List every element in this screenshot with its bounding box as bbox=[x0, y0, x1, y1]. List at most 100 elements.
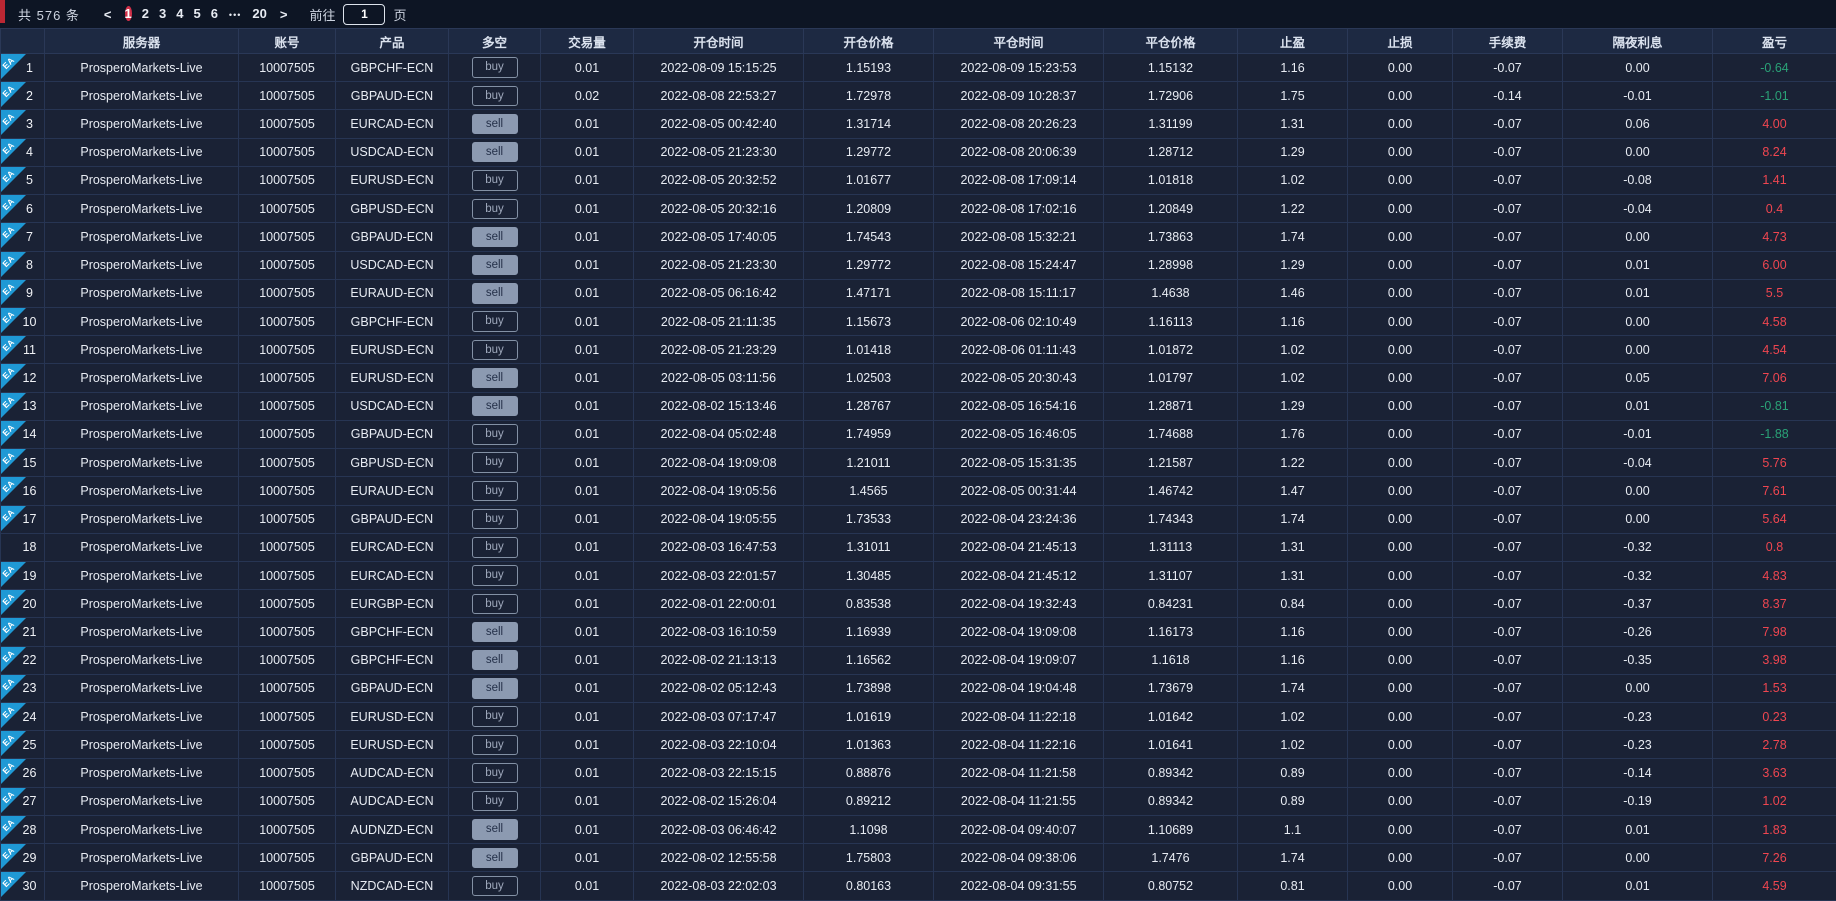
more-pages-icon[interactable]: ••• bbox=[229, 10, 241, 20]
direction-badge[interactable]: buy bbox=[471, 57, 518, 78]
close-time-cell: 2022-08-04 11:22:16 bbox=[933, 730, 1104, 760]
profit-cell: 7.06 bbox=[1712, 363, 1836, 393]
prev-page-icon[interactable]: < bbox=[104, 7, 112, 22]
direction-badge[interactable]: buy bbox=[471, 198, 518, 219]
table-row[interactable]: EA 17 ProsperoMarkets-Live 10007505 GBPA… bbox=[0, 504, 1836, 534]
server-cell: ProsperoMarkets-Live bbox=[44, 617, 239, 647]
goto-page-input[interactable] bbox=[343, 3, 386, 25]
swap-cell: -0.08 bbox=[1562, 165, 1713, 196]
take-profit-cell: 1.29 bbox=[1237, 137, 1348, 167]
table-row[interactable]: EA 18 ProsperoMarkets-Live 10007505 EURC… bbox=[0, 532, 1836, 562]
table-row[interactable]: EA 7 ProsperoMarkets-Live 10007505 GBPAU… bbox=[0, 222, 1836, 252]
table-row[interactable]: EA 6 ProsperoMarkets-Live 10007505 GBPUS… bbox=[0, 194, 1836, 224]
table-row[interactable]: EA 22 ProsperoMarkets-Live 10007505 GBPC… bbox=[0, 645, 1836, 675]
product-cell: EURAUD-ECN bbox=[335, 278, 449, 308]
table-row[interactable]: EA 14 ProsperoMarkets-Live 10007505 GBPA… bbox=[0, 419, 1836, 450]
close-time-cell: 2022-08-05 16:46:05 bbox=[933, 419, 1104, 450]
page-button-3[interactable]: 3 bbox=[159, 6, 166, 21]
table-row[interactable]: EA 2 ProsperoMarkets-Live 10007505 GBPAU… bbox=[0, 81, 1836, 111]
table-row[interactable]: EA 11 ProsperoMarkets-Live 10007505 EURU… bbox=[0, 335, 1836, 365]
direction-badge[interactable]: sell bbox=[471, 621, 518, 643]
direction-badge[interactable]: buy bbox=[471, 565, 518, 586]
table-row[interactable]: EA 16 ProsperoMarkets-Live 10007505 EURA… bbox=[0, 476, 1836, 506]
direction-badge[interactable]: sell bbox=[471, 650, 518, 671]
close-price-cell: 1.01797 bbox=[1103, 363, 1238, 393]
open-time-cell: 2022-08-03 16:47:53 bbox=[633, 532, 804, 562]
page-button-20[interactable]: 20 bbox=[252, 6, 266, 21]
direction-badge[interactable]: buy bbox=[471, 480, 518, 502]
table-row[interactable]: EA 1 ProsperoMarkets-Live 10007505 GBPCH… bbox=[0, 52, 1836, 83]
table-row[interactable]: EA 20 ProsperoMarkets-Live 10007505 EURG… bbox=[0, 589, 1836, 619]
profit-cell: 4.59 bbox=[1712, 871, 1836, 901]
column-header-10: 止盈 bbox=[1237, 28, 1348, 54]
profit-cell: 0.23 bbox=[1712, 702, 1836, 732]
direction-badge[interactable]: sell bbox=[471, 254, 518, 276]
table-row[interactable]: EA 25 ProsperoMarkets-Live 10007505 EURU… bbox=[0, 730, 1836, 760]
table-row[interactable]: EA 4 ProsperoMarkets-Live 10007505 USDCA… bbox=[0, 137, 1836, 167]
table-row[interactable]: EA 30 ProsperoMarkets-Live 10007505 NZDC… bbox=[0, 871, 1836, 901]
commission-cell: -0.07 bbox=[1452, 391, 1563, 421]
account-cell: 10007505 bbox=[238, 391, 336, 421]
direction-badge[interactable]: sell bbox=[471, 396, 518, 417]
direction-badge[interactable]: buy bbox=[471, 424, 518, 445]
direction-badge[interactable]: sell bbox=[471, 678, 518, 699]
direction-badge[interactable]: sell bbox=[471, 113, 518, 135]
table-row[interactable]: EA 26 ProsperoMarkets-Live 10007505 AUDC… bbox=[0, 758, 1836, 788]
direction-badge[interactable]: sell bbox=[471, 367, 518, 389]
table-row[interactable]: EA 15 ProsperoMarkets-Live 10007505 GBPU… bbox=[0, 448, 1836, 478]
open-price-cell: 0.80163 bbox=[803, 871, 934, 901]
direction-badge[interactable]: sell bbox=[471, 847, 518, 868]
table-row[interactable]: EA 28 ProsperoMarkets-Live 10007505 AUDN… bbox=[0, 814, 1836, 845]
direction-badge[interactable]: buy bbox=[471, 762, 518, 784]
direction-badge[interactable]: buy bbox=[471, 593, 518, 614]
direction-badge[interactable]: sell bbox=[471, 819, 518, 840]
direction-badge[interactable]: sell bbox=[471, 142, 518, 163]
direction-badge[interactable]: sell bbox=[471, 283, 518, 304]
direction-badge[interactable]: buy bbox=[471, 85, 518, 107]
table-row[interactable]: EA 5 ProsperoMarkets-Live 10007505 EURUS… bbox=[0, 165, 1836, 196]
table-row[interactable]: EA 23 ProsperoMarkets-Live 10007505 GBPA… bbox=[0, 673, 1836, 704]
table-row[interactable]: EA 8 ProsperoMarkets-Live 10007505 USDCA… bbox=[0, 250, 1836, 280]
row-number-cell: EA 11 bbox=[0, 335, 45, 365]
volume-cell: 0.01 bbox=[540, 109, 634, 139]
open-time-cell: 2022-08-05 20:32:52 bbox=[633, 165, 804, 196]
table-row[interactable]: EA 21 ProsperoMarkets-Live 10007505 GBPC… bbox=[0, 617, 1836, 647]
page-button-4[interactable]: 4 bbox=[176, 6, 183, 21]
open-time-cell: 2022-08-03 22:10:04 bbox=[633, 730, 804, 760]
direction-badge[interactable]: buy bbox=[471, 170, 518, 191]
direction-badge[interactable]: buy bbox=[471, 339, 518, 360]
direction-badge[interactable]: buy bbox=[471, 791, 518, 812]
table-row[interactable]: EA 10 ProsperoMarkets-Live 10007505 GBPC… bbox=[0, 306, 1836, 337]
direction-badge[interactable]: buy bbox=[471, 734, 518, 756]
direction-badge[interactable]: buy bbox=[471, 311, 518, 332]
swap-cell: 0.01 bbox=[1562, 250, 1713, 280]
direction-badge[interactable]: buy bbox=[471, 706, 518, 727]
page-button-1[interactable]: 1 bbox=[124, 6, 132, 21]
next-page-icon[interactable]: > bbox=[280, 7, 288, 22]
table-row[interactable]: EA 24 ProsperoMarkets-Live 10007505 EURU… bbox=[0, 702, 1836, 732]
page-button-6[interactable]: 6 bbox=[211, 6, 218, 21]
table-row[interactable]: EA 19 ProsperoMarkets-Live 10007505 EURC… bbox=[0, 560, 1836, 591]
direction-badge[interactable]: buy bbox=[471, 452, 518, 473]
row-number-cell: EA 16 bbox=[0, 476, 45, 506]
table-row[interactable]: EA 12 ProsperoMarkets-Live 10007505 EURU… bbox=[0, 363, 1836, 393]
row-number-cell: EA 27 bbox=[0, 786, 45, 816]
table-row[interactable]: EA 3 ProsperoMarkets-Live 10007505 EURCA… bbox=[0, 109, 1836, 139]
direction-badge[interactable]: buy bbox=[471, 875, 518, 897]
close-price-cell: 0.89342 bbox=[1103, 786, 1238, 816]
direction-badge[interactable]: buy bbox=[471, 537, 518, 558]
direction-cell: buy bbox=[448, 81, 541, 111]
page-button-5[interactable]: 5 bbox=[193, 6, 200, 21]
row-number: 23 bbox=[22, 681, 37, 696]
direction-badge[interactable]: sell bbox=[471, 226, 518, 248]
stop-loss-cell: 0.00 bbox=[1347, 645, 1453, 675]
table-row[interactable]: EA 27 ProsperoMarkets-Live 10007505 AUDC… bbox=[0, 786, 1836, 816]
row-number: 11 bbox=[23, 342, 36, 357]
table-row[interactable]: EA 29 ProsperoMarkets-Live 10007505 GBPA… bbox=[0, 843, 1836, 873]
direction-badge[interactable]: buy bbox=[471, 508, 518, 530]
stop-loss-cell: 0.00 bbox=[1347, 786, 1453, 816]
page-button-2[interactable]: 2 bbox=[142, 6, 149, 21]
close-price-cell: 1.4638 bbox=[1103, 278, 1238, 308]
table-row[interactable]: EA 9 ProsperoMarkets-Live 10007505 EURAU… bbox=[0, 278, 1836, 308]
table-row[interactable]: EA 13 ProsperoMarkets-Live 10007505 USDC… bbox=[0, 391, 1836, 421]
